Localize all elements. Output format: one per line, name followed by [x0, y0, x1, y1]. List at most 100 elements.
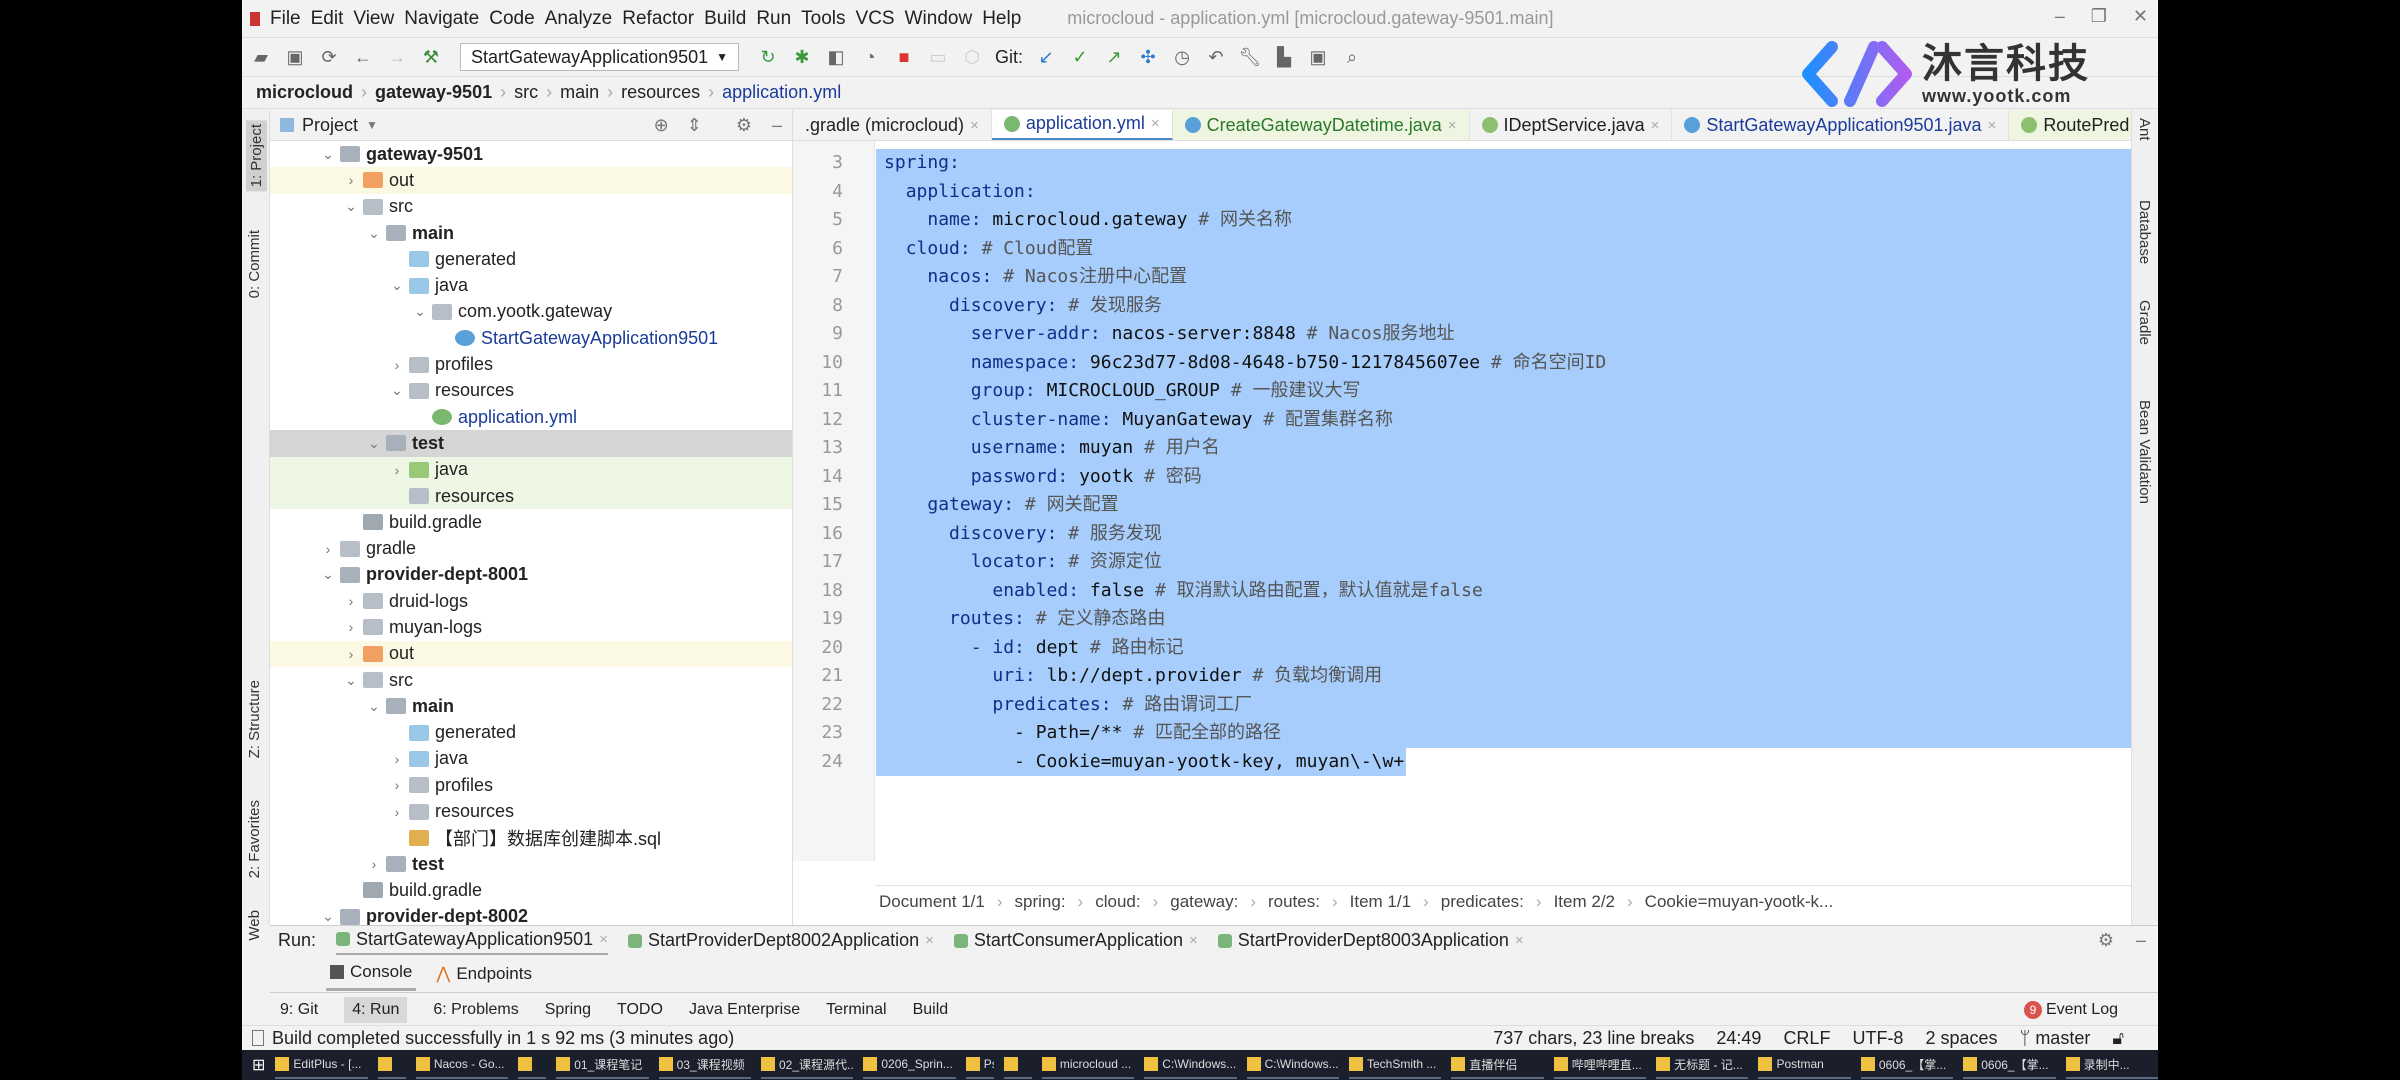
taskbar-item[interactable]	[377, 1051, 406, 1079]
chevron-down-icon[interactable]: ⌄	[410, 303, 430, 320]
chevron-down-icon[interactable]: ⌄	[318, 146, 338, 163]
tree-item[interactable]: build.gradle	[270, 509, 792, 535]
code-line[interactable]: 22 predicates: # 路由谓词工厂	[793, 690, 2158, 719]
sync-icon[interactable]: ⟳	[318, 46, 340, 68]
stripe-ant[interactable]: Ant	[2136, 118, 2153, 141]
tree-item[interactable]: ⌄ com.yootk.gateway	[270, 299, 792, 325]
code-line[interactable]: 24 - Cookie=muyan-yootk-key, muyan\-\w+	[793, 747, 2158, 776]
taskbar-item[interactable]: microcloud ...	[1041, 1051, 1135, 1079]
taskbar-item[interactable]: 02_课程源代...	[761, 1051, 854, 1079]
editor-breadcrumb-item[interactable]: Item 1/1	[1350, 892, 1411, 912]
code-line[interactable]: 7 nacos: # Nacos注册中心配置	[793, 263, 2158, 292]
tree-item[interactable]: ⌄ test	[270, 430, 792, 457]
open-icon[interactable]: ▰	[250, 46, 272, 68]
menu-vcs[interactable]: VCS	[856, 8, 895, 30]
hide-icon[interactable]: –	[772, 115, 782, 136]
chevron-down-icon[interactable]: ⌄	[318, 566, 338, 583]
breadcrumb-item[interactable]: application.yml	[722, 82, 841, 103]
close-tab-icon[interactable]: ×	[1515, 932, 1524, 949]
tab--gradle-microcloud-[interactable]: .gradle (microcloud) ×	[793, 110, 992, 140]
taskbar-item[interactable]: 03_课程视频	[658, 1051, 751, 1079]
debug-icon[interactable]: ✱	[791, 46, 813, 68]
event-log-button[interactable]: 9 Event Log	[2023, 1000, 2118, 1019]
git-commit-icon[interactable]: ✓	[1069, 46, 1091, 68]
code-line[interactable]: 18 enabled: false # 取消默认路由配置，默认值就是false	[793, 576, 2158, 605]
toolwindow--run[interactable]: 4: Run	[344, 996, 408, 1023]
tree-item[interactable]: › muyan-logs	[270, 614, 792, 640]
tree-item[interactable]: › out	[270, 167, 792, 194]
tree-item[interactable]: ⌄ src	[270, 194, 792, 220]
gear-icon[interactable]: ⚙	[2098, 930, 2114, 951]
taskbar-item[interactable]: EditPlus - [...	[275, 1051, 368, 1079]
taskbar-item[interactable]: 录制中...	[2065, 1051, 2158, 1079]
run-tab[interactable]: StartConsumerApplication ×	[953, 926, 1198, 956]
taskbar-item[interactable]: 0606_【掌...	[1860, 1051, 1954, 1079]
windows-start-icon[interactable]: ⊞	[252, 1055, 265, 1075]
tree-item[interactable]: › java	[270, 746, 792, 772]
coverage-icon[interactable]: ◧	[825, 46, 847, 68]
code-line[interactable]: 14 password: yootk # 密码	[793, 462, 2158, 491]
tree-item[interactable]: ⌄ provider-dept-8001	[270, 562, 792, 588]
code-line[interactable]: 6 cloud: # Cloud配置	[793, 234, 2158, 263]
maximize-button[interactable]: ❐	[2091, 6, 2107, 27]
code-line[interactable]: 20 - id: dept # 路由标记	[793, 633, 2158, 662]
tree-item[interactable]: 【部门】数据库创建脚本.sql	[270, 825, 792, 851]
code-line[interactable]: 12 cluster-name: MuyanGateway # 配置集群名称	[793, 405, 2158, 434]
run-config-select[interactable]: StartGatewayApplication9501 ▼	[460, 43, 740, 71]
menu-navigate[interactable]: Navigate	[404, 8, 479, 30]
toolwindow-todo[interactable]: TODO	[617, 1001, 663, 1019]
close-tab-icon[interactable]: ×	[599, 931, 608, 948]
taskbar-item[interactable]: C:\Windows...	[1246, 1051, 1339, 1079]
taskbar-item[interactable]: 01_课程笔记	[556, 1051, 649, 1079]
chevron-right-icon[interactable]: ›	[341, 619, 361, 635]
taskbar-item[interactable]: 0206_Sprin...	[863, 1051, 956, 1079]
stripe-database[interactable]: Database	[2136, 200, 2153, 264]
stripe-project[interactable]: 1: Project	[246, 120, 267, 192]
stripe-favorites[interactable]: 2: Favorites	[246, 800, 263, 878]
stripe-gradle[interactable]: Gradle	[2136, 300, 2153, 345]
tab-creategatewaydatetime-java[interactable]: CreateGatewayDatetime.java ×	[1172, 110, 1470, 140]
toolwindow-terminal[interactable]: Terminal	[826, 1001, 886, 1019]
collapse-all-icon[interactable]: ⇕	[687, 115, 702, 136]
chevron-down-icon[interactable]: ⌄	[387, 277, 407, 294]
taskbar-item[interactable]: 无标题 - 记...	[1656, 1051, 1749, 1079]
history-icon[interactable]: ◷	[1171, 46, 1193, 68]
tab-ideptservice-java[interactable]: IDeptService.java ×	[1470, 110, 1673, 140]
profile-icon[interactable]: ◔	[859, 46, 881, 68]
code-line[interactable]: 4 application:	[793, 177, 2158, 206]
tree-item[interactable]: › resources	[270, 798, 792, 824]
menu-refactor[interactable]: Refactor	[622, 8, 694, 30]
breadcrumb-item[interactable]: main	[560, 82, 599, 103]
tree-item[interactable]: build.gradle	[270, 877, 792, 903]
close-tab-icon[interactable]: ×	[925, 932, 934, 949]
editor-breadcrumb-item[interactable]: cloud:	[1095, 892, 1140, 912]
toolwindow-java-enterprise[interactable]: Java Enterprise	[689, 1001, 800, 1019]
tab-console[interactable]: Console	[326, 956, 417, 991]
chevron-right-icon[interactable]: ›	[318, 541, 338, 557]
chevron-down-icon[interactable]: ⌄	[364, 225, 384, 242]
chevron-right-icon[interactable]: ›	[341, 593, 361, 609]
stripe-commit[interactable]: 0: Commit	[246, 230, 263, 298]
code-line[interactable]: 11 group: MICROCLOUD_GROUP # 一般建议大写	[793, 377, 2158, 406]
chevron-right-icon[interactable]: ›	[341, 646, 361, 662]
tree-item[interactable]: generated	[270, 720, 792, 746]
editor-breadcrumb-item[interactable]: Document 1/1	[879, 892, 985, 912]
menu-file[interactable]: File	[270, 8, 301, 30]
back-icon[interactable]: ←	[352, 46, 374, 68]
close-tab-icon[interactable]: ×	[1189, 932, 1198, 949]
code-line[interactable]: 13 username: muyan # 用户名	[793, 434, 2158, 463]
taskbar-item[interactable]	[518, 1051, 547, 1079]
close-tab-icon[interactable]: ×	[1988, 117, 1997, 134]
code-line[interactable]: 17 locator: # 资源定位	[793, 548, 2158, 577]
editor-breadcrumb-item[interactable]: Cookie=muyan-yootk-k...	[1645, 892, 1834, 912]
forward-icon[interactable]: →	[386, 46, 408, 68]
stop-icon[interactable]: ■	[893, 46, 915, 68]
tree-item[interactable]: ⌄ java	[270, 272, 792, 298]
taskbar-item[interactable]: Postman	[1758, 1051, 1851, 1079]
menu-build[interactable]: Build	[704, 8, 746, 30]
tab-startgatewayapplication9501-java[interactable]: StartGatewayApplication9501.java ×	[1672, 110, 2010, 140]
tree-item[interactable]: › profiles	[270, 772, 792, 798]
tree-item[interactable]: generated	[270, 246, 792, 272]
close-button[interactable]: ✕	[2133, 6, 2148, 27]
hide-icon[interactable]: –	[2136, 930, 2146, 951]
